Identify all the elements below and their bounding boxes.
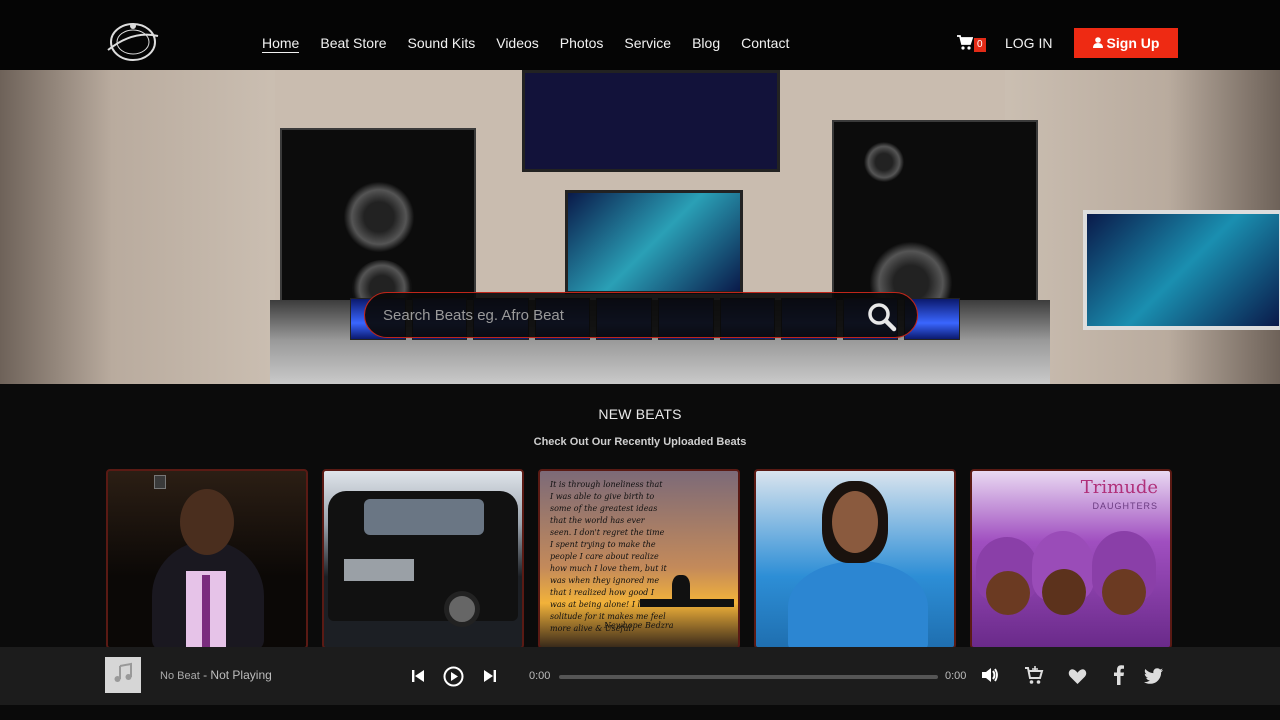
music-note-icon bbox=[112, 662, 134, 689]
album-subtitle: DAUGHTERS bbox=[1092, 501, 1158, 511]
hero-banner bbox=[0, 70, 1280, 384]
nav-service[interactable]: Service bbox=[624, 34, 671, 53]
user-icon bbox=[1092, 35, 1103, 51]
studio-center-screen bbox=[565, 190, 743, 294]
card-badge-icon bbox=[154, 475, 166, 489]
quote-text: It is through loneliness that I was able… bbox=[550, 480, 667, 633]
time-total: 0:00 bbox=[945, 670, 967, 682]
portrait-woman-face bbox=[832, 491, 878, 553]
site-header: Home Beat Store Sound Kits Videos Photos… bbox=[0, 0, 1280, 70]
track-title: No Beat bbox=[160, 670, 200, 682]
new-beats-grid: It is through loneliness that I was able… bbox=[106, 469, 1172, 649]
portrait-man-face bbox=[180, 489, 234, 555]
nav-sound-kits[interactable]: Sound Kits bbox=[408, 34, 476, 53]
nav-beat-store[interactable]: Beat Store bbox=[320, 34, 386, 53]
time-current: 0:00 bbox=[529, 670, 551, 682]
beat-card[interactable] bbox=[754, 469, 956, 649]
suv-window bbox=[364, 499, 484, 535]
studio-top-monitor bbox=[522, 70, 780, 172]
track-status: Not Playing bbox=[210, 668, 272, 682]
heart-icon[interactable] bbox=[1068, 668, 1087, 690]
nav-home[interactable]: Home bbox=[262, 34, 300, 53]
album-face-2 bbox=[1042, 569, 1086, 615]
audio-player: No Beat - Not Playing 0:00 0:00 bbox=[0, 647, 1280, 705]
beat-card[interactable] bbox=[322, 469, 524, 649]
beat-card[interactable]: It is through loneliness that I was able… bbox=[538, 469, 740, 649]
studio-speaker-left bbox=[280, 128, 476, 318]
track-info: No Beat - Not Playing bbox=[160, 668, 272, 682]
twitter-icon[interactable] bbox=[1144, 668, 1163, 689]
nav-photos[interactable]: Photos bbox=[560, 34, 604, 53]
cart-icon bbox=[957, 35, 974, 55]
studio-side-screen bbox=[1083, 210, 1280, 330]
next-track-icon[interactable] bbox=[483, 669, 497, 688]
beat-card[interactable] bbox=[106, 469, 308, 649]
suv-grille bbox=[344, 559, 414, 581]
main-nav: Home Beat Store Sound Kits Videos Photos… bbox=[262, 34, 810, 53]
progress-bar[interactable] bbox=[559, 675, 938, 679]
play-icon[interactable] bbox=[443, 666, 464, 692]
add-to-cart-icon[interactable] bbox=[1024, 665, 1044, 690]
track-thumbnail bbox=[105, 657, 141, 693]
portrait-woman-image bbox=[788, 561, 928, 647]
login-link[interactable]: LOG IN bbox=[1005, 35, 1052, 51]
previous-track-icon[interactable] bbox=[411, 669, 425, 688]
volume-icon[interactable] bbox=[980, 665, 1000, 690]
beat-search-box bbox=[364, 292, 918, 338]
studio-wall-left bbox=[0, 70, 280, 384]
new-beats-subtitle: Check Out Our Recently Uploaded Beats bbox=[533, 436, 747, 448]
new-beats-title: NEW BEATS bbox=[598, 406, 682, 422]
nav-videos[interactable]: Videos bbox=[496, 34, 539, 53]
nav-contact[interactable]: Contact bbox=[741, 34, 789, 53]
studio-speaker-right bbox=[832, 120, 1038, 324]
seated-figure bbox=[672, 575, 690, 601]
album-face-3 bbox=[1102, 569, 1146, 615]
cart-button[interactable]: 0 bbox=[957, 35, 986, 55]
player-bottom-strip bbox=[0, 705, 1280, 720]
album-face-1 bbox=[986, 571, 1030, 615]
cart-count-badge: 0 bbox=[974, 38, 986, 52]
beat-search-input[interactable] bbox=[383, 306, 853, 324]
search-icon[interactable] bbox=[867, 302, 897, 337]
signup-button[interactable]: Sign Up bbox=[1074, 28, 1178, 58]
nav-blog[interactable]: Blog bbox=[692, 34, 720, 53]
portrait-man-tie bbox=[202, 575, 210, 647]
facebook-icon[interactable] bbox=[1113, 665, 1125, 690]
track-separator: - bbox=[199, 668, 211, 682]
quote-signature: Newhope Bedzra bbox=[604, 621, 674, 630]
signup-label: Sign Up bbox=[1106, 35, 1160, 51]
suv-wheel bbox=[444, 591, 480, 627]
album-title: Trimude bbox=[1080, 477, 1158, 498]
beat-card[interactable]: Trimude DAUGHTERS bbox=[970, 469, 1172, 649]
logo-icon[interactable] bbox=[104, 20, 162, 64]
